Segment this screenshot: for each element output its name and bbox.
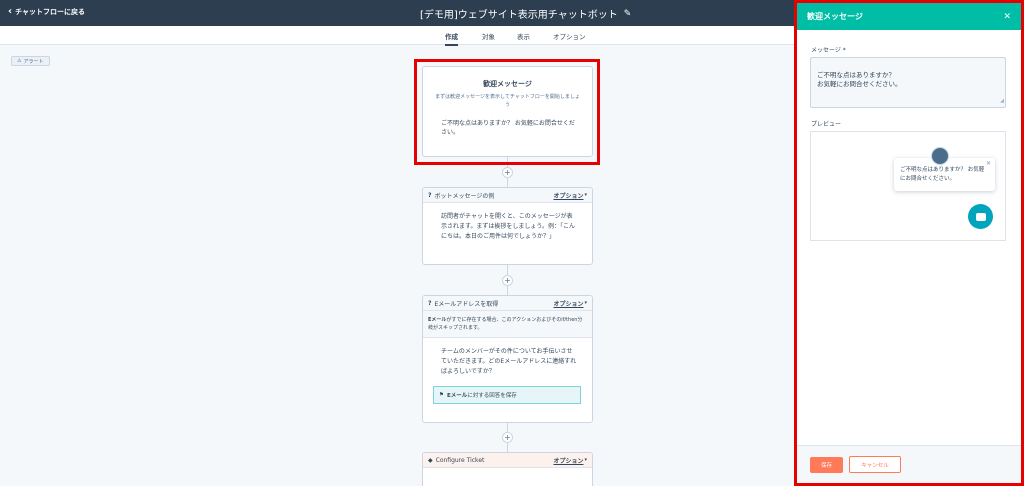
- alert-icon: ⚠: [17, 58, 22, 64]
- save-answer-bold: Eメール: [446, 393, 468, 399]
- chevron-left-icon: ‹: [8, 6, 13, 17]
- save-answer-pill[interactable]: ⚑ Eメールに対する回答を保存: [433, 386, 581, 404]
- chat-bubble-icon: [975, 212, 986, 221]
- save-button[interactable]: 保存: [810, 457, 843, 473]
- add-action-button[interactable]: +: [502, 432, 513, 443]
- flag-icon: ⚑: [439, 392, 444, 398]
- preview-text: ご不明な点はありますか？ お気軽にお問合せください。: [900, 167, 985, 182]
- message-textarea[interactable]: ご不明な点はありますか？ お気軽にお問合せください。 ◢: [810, 57, 1006, 108]
- skip-note-bold: Eメール: [428, 317, 447, 323]
- chevron-down-icon: ▾: [584, 457, 587, 463]
- add-action-button[interactable]: +: [502, 167, 513, 178]
- card-name: Configure Ticket: [435, 456, 485, 464]
- back-link-label: チャットフローに戻る: [15, 8, 86, 16]
- alert-tag-label: アラート: [23, 58, 44, 65]
- tab-display[interactable]: 表示: [517, 31, 530, 41]
- save-answer-text: に対する回答を保存: [467, 393, 517, 399]
- panel-title: 歓迎メッセージ: [807, 12, 863, 21]
- tab-create[interactable]: 作成: [445, 31, 458, 46]
- question-icon: ?: [428, 191, 432, 199]
- panel-header: 歓迎メッセージ ✕: [797, 3, 1021, 30]
- panel-footer: 保存 キャンセル: [797, 445, 1021, 483]
- save-answer-label: Eメールに対する回答を保存: [447, 391, 517, 399]
- add-action-button[interactable]: +: [502, 275, 513, 286]
- card-header: ? Eメールアドレスを取得 オプション ▾: [423, 296, 592, 311]
- close-icon[interactable]: ✕: [1003, 12, 1011, 22]
- chevron-down-icon: ▾: [584, 300, 587, 306]
- preview-label: プレビュー: [811, 121, 842, 128]
- cancel-button[interactable]: キャンセル: [849, 456, 901, 473]
- edit-panel: 歓迎メッセージ ✕ メッセージ * ご不明な点はありますか？ お気軽にお問合せく…: [794, 0, 1024, 486]
- skip-note: Eメールがすでに存在する場合、このアクションおよびそのif/then分岐がスキッ…: [423, 311, 592, 338]
- close-icon[interactable]: ✕: [986, 159, 991, 168]
- highlight-box: [414, 59, 600, 165]
- chevron-down-icon: ▾: [584, 192, 587, 198]
- message-text: ご不明な点はありますか？ お気軽にお問合せください。: [817, 71, 902, 88]
- resize-grip-icon[interactable]: ◢: [1000, 97, 1004, 106]
- configure-ticket-card[interactable]: ◆ Configure Ticket オプション ▾: [422, 452, 593, 486]
- card-header: ◆ Configure Ticket オプション ▾: [423, 453, 592, 468]
- options-dropdown[interactable]: オプション: [553, 299, 583, 308]
- back-to-chatflows-link[interactable]: ‹ チャットフローに戻る: [8, 7, 85, 17]
- ticket-icon: ◆: [428, 456, 433, 464]
- get-email-card[interactable]: ? Eメールアドレスを取得 オプション ▾ Eメールがすでに存在する場合、このア…: [422, 295, 593, 423]
- options-dropdown[interactable]: オプション: [553, 456, 583, 465]
- alert-tag[interactable]: ⚠ アラート: [11, 56, 50, 66]
- tab-options[interactable]: オプション: [553, 31, 586, 41]
- flow-title-text: [デモ用]ウェブサイト表示用チャットボット: [420, 10, 618, 21]
- bot-message-card[interactable]: ? ボットメッセージの例 オプション ▾ 訪問者がチャットを開くと、このメッセー…: [422, 187, 593, 265]
- question-icon: ?: [428, 299, 432, 307]
- options-dropdown[interactable]: オプション: [553, 191, 583, 200]
- card-name: Eメールアドレスを取得: [434, 300, 499, 308]
- chat-preview: ✕ ご不明な点はありますか？ お気軽にお問合せください。: [810, 131, 1006, 241]
- page-title: [デモ用]ウェブサイト表示用チャットボット ✎: [420, 6, 632, 22]
- skip-note-text: がすでに存在する場合、このアクションおよびそのif/then分岐がスキップされま…: [428, 317, 583, 331]
- tab-bar: 作成 対象 表示 オプション: [0, 26, 796, 46]
- pencil-icon[interactable]: ✎: [624, 9, 632, 19]
- card-body: チームのメンバーがその件についてお手伝いさせていただきます。どのEメールアドレス…: [441, 348, 577, 375]
- message-label: メッセージ *: [811, 47, 846, 54]
- tab-target[interactable]: 対象: [482, 31, 495, 41]
- card-body: 訪問者がチャットを開くと、このメッセージが表示されます。まずは挨拶をしましょう。…: [441, 213, 576, 240]
- avatar: [931, 147, 949, 165]
- card-header: ? ボットメッセージの例 オプション ▾: [423, 188, 592, 203]
- card-name: ボットメッセージの例: [434, 192, 495, 200]
- chat-launcher-button[interactable]: [968, 204, 993, 229]
